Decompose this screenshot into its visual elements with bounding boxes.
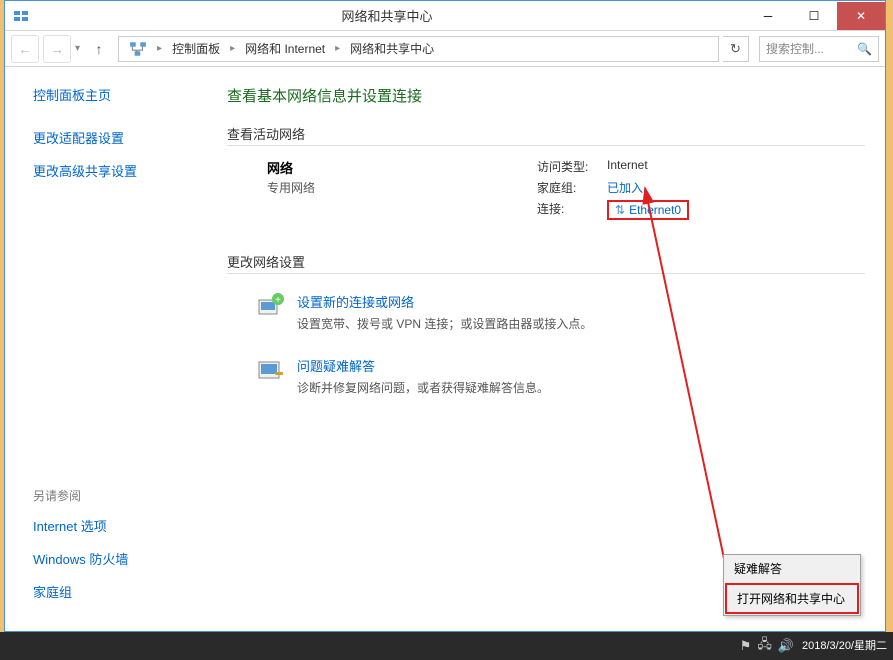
troubleshoot-icon — [257, 356, 285, 384]
task-title[interactable]: 问题疑难解答 — [297, 356, 549, 375]
window-title: 网络和共享中心 — [29, 6, 745, 25]
window-icon — [13, 8, 29, 24]
search-placeholder: 搜索控制... — [766, 40, 824, 57]
seealso-firewall[interactable]: Windows 防火墙 — [33, 549, 207, 568]
homegroup-label: 家庭组: — [537, 179, 607, 196]
back-button[interactable]: ← — [11, 35, 39, 63]
network-name: 网络 — [267, 158, 537, 177]
menu-troubleshoot[interactable]: 疑难解答 — [724, 555, 860, 582]
page-heading: 查看基本网络信息并设置连接 — [227, 85, 865, 106]
homegroup-link[interactable]: 已加入 — [607, 179, 643, 196]
see-also-title: 另请参阅 — [33, 487, 207, 504]
network-type: 专用网络 — [267, 179, 537, 196]
refresh-button[interactable]: ↻ — [723, 36, 749, 62]
close-button[interactable]: ✕ — [837, 2, 885, 30]
breadcrumb-item[interactable]: 网络和 Internet — [241, 38, 329, 59]
sidebar-link-adapter[interactable]: 更改适配器设置 — [33, 128, 207, 147]
active-network-panel: 网络 专用网络 访问类型: Internet 家庭组: 已加入 连接: — [227, 158, 865, 224]
search-input[interactable]: 搜索控制... 🔍 — [759, 36, 879, 62]
navbar: ← → ▾ ↑ ▸ 控制面板 ▸ 网络和 Internet ▸ 网络和共享中心 … — [5, 31, 885, 67]
change-settings-section-title: 更改网络设置 — [227, 252, 865, 274]
access-type-value: Internet — [607, 158, 648, 175]
tray-icons: ⚑ 🖧 🔊 — [740, 635, 794, 657]
see-also-section: 另请参阅 Internet 选项 Windows 防火墙 家庭组 — [33, 487, 207, 615]
tray-context-menu: 疑难解答 打开网络和共享中心 — [723, 554, 861, 616]
maximize-button[interactable]: ☐ — [791, 2, 837, 30]
seealso-internet-options[interactable]: Internet 选项 — [33, 516, 207, 535]
up-button[interactable]: ↑ — [88, 38, 110, 60]
sidebar-home-link[interactable]: 控制面板主页 — [33, 85, 207, 104]
task-troubleshoot[interactable]: 问题疑难解答 诊断并修复网络问题，或者获得疑难解答信息。 — [227, 350, 865, 414]
breadcrumb-item[interactable]: 控制面板 — [168, 38, 224, 59]
active-network-section-title: 查看活动网络 — [227, 124, 865, 146]
history-dropdown-icon[interactable]: ▾ — [75, 43, 80, 54]
chevron-right-icon: ▸ — [331, 43, 344, 54]
search-icon: 🔍 — [857, 42, 872, 56]
forward-button[interactable]: → — [43, 35, 71, 63]
taskbar-datetime[interactable]: 2018/3/20/星期二 — [802, 640, 887, 652]
network-icon — [129, 40, 147, 58]
task-title[interactable]: 设置新的连接或网络 — [297, 292, 592, 311]
task-desc: 设置宽带、拨号或 VPN 连接；或设置路由器或接入点。 — [297, 315, 592, 332]
ethernet-icon: ⇅ — [615, 203, 625, 217]
connection-link[interactable]: Ethernet0 — [629, 203, 681, 217]
tray-network-icon[interactable]: 🖧 — [757, 635, 772, 657]
task-desc: 诊断并修复网络问题，或者获得疑难解答信息。 — [297, 379, 549, 396]
minimize-button[interactable]: ─ — [745, 2, 791, 30]
taskbar: ⚑ 🖧 🔊 2018/3/20/星期二 — [0, 632, 893, 660]
connection-highlight: ⇅ Ethernet0 — [607, 200, 689, 220]
task-setup-connection[interactable]: + 设置新的连接或网络 设置宽带、拨号或 VPN 连接；或设置路由器或接入点。 — [227, 286, 865, 350]
breadcrumb-item[interactable]: 网络和共享中心 — [346, 38, 438, 59]
tray-flag-icon[interactable]: ⚑ — [740, 638, 752, 654]
sidebar: 控制面板主页 更改适配器设置 更改高级共享设置 另请参阅 Internet 选项… — [5, 67, 215, 631]
sidebar-link-sharing[interactable]: 更改高级共享设置 — [33, 161, 207, 180]
access-type-label: 访问类型: — [537, 158, 607, 175]
connection-label: 连接: — [537, 200, 607, 220]
menu-open-sharing-center[interactable]: 打开网络和共享中心 — [725, 583, 859, 614]
control-panel-window: 网络和共享中心 ─ ☐ ✕ ← → ▾ ↑ ▸ 控制面板 ▸ 网络和 Inter… — [4, 0, 886, 632]
chevron-right-icon: ▸ — [153, 43, 166, 54]
seealso-homegroup[interactable]: 家庭组 — [33, 582, 207, 601]
breadcrumb[interactable]: ▸ 控制面板 ▸ 网络和 Internet ▸ 网络和共享中心 — [118, 36, 719, 62]
chevron-right-icon: ▸ — [226, 43, 239, 54]
titlebar: 网络和共享中心 ─ ☐ ✕ — [5, 1, 885, 31]
tray-volume-icon[interactable]: 🔊 — [778, 638, 794, 654]
svg-text:+: + — [275, 295, 281, 306]
taskbar-date: 2018/3/20/星期二 — [802, 640, 887, 652]
content-area: 查看基本网络信息并设置连接 查看活动网络 网络 专用网络 访问类型: Inter… — [215, 67, 885, 631]
setup-connection-icon: + — [257, 292, 285, 320]
